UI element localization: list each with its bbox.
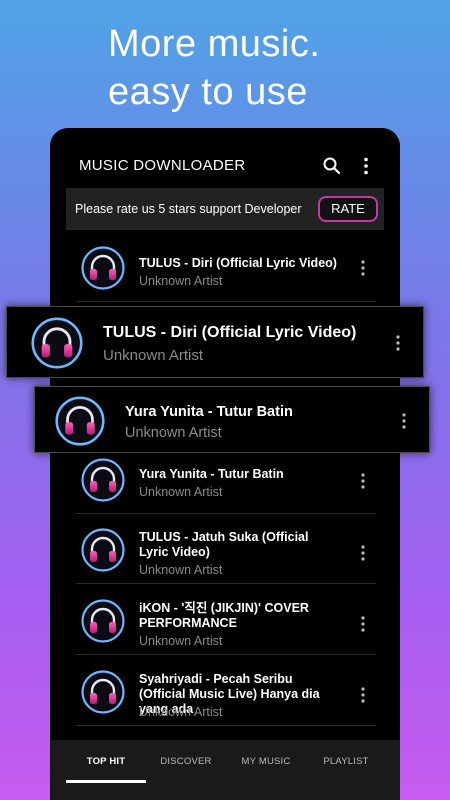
promo-line-1: More music. [108,23,321,65]
rate-banner: Please rate us 5 stars support Developer… [66,188,384,230]
tab-playlist[interactable]: PLAYLIST [306,740,386,796]
more-vert-icon[interactable] [356,156,376,176]
more-vert-icon[interactable] [360,686,366,704]
tab-discover[interactable]: DISCOVER [146,740,226,796]
active-tab-indicator [66,780,146,783]
bottom-nav: TOP HIT DISCOVER MY MUSIC PLAYLIST [50,740,400,800]
list-item[interactable]: Syahriyadi - Pecah Seribu (Official Musi… [76,658,376,726]
more-vert-icon[interactable] [401,411,407,431]
song-artist: Unknown Artist [103,347,204,364]
more-vert-icon[interactable] [360,544,366,562]
featured-song-card[interactable]: TULUS - Diri (Official Lyric Video) Unkn… [6,306,424,378]
song-title: iKON - '직진 (JIKJIN)' COVER PERFORMANCE [139,601,309,630]
list-item[interactable]: TULUS - Jatuh Suka (Official Lyric Video… [76,516,376,584]
list-item[interactable]: Yura Yunita - Tutur Batin Unknown Artist [76,446,376,514]
list-item[interactable]: TULUS - Diri (Official Lyric Video) Unkn… [76,234,376,302]
phone-screen: MUSIC DOWNLOADER Please rate us 5 stars … [50,128,400,800]
tab-top-hit[interactable]: TOP HIT [66,740,146,796]
more-vert-icon[interactable] [360,259,366,277]
headphones-icon [81,599,125,643]
song-artist: Unknown Artist [139,634,223,648]
song-artist: Unknown Artist [139,705,223,719]
headphones-icon [31,317,83,369]
more-vert-icon[interactable] [395,333,401,353]
search-icon[interactable] [322,156,342,176]
rate-banner-text: Please rate us 5 stars support Developer [75,202,302,216]
song-title: Yura Yunita - Tutur Batin [139,467,284,481]
tab-my-music[interactable]: MY MUSIC [226,740,306,796]
song-title: TULUS - Jatuh Suka (Official Lyric Video… [139,530,309,559]
headphones-icon [81,528,125,572]
more-vert-icon[interactable] [360,615,366,633]
headphones-icon [81,670,125,714]
headphones-icon [81,246,125,290]
app-bar: MUSIC DOWNLOADER [50,128,400,190]
song-artist: Unknown Artist [139,485,223,499]
list-item[interactable]: iKON - '직진 (JIKJIN)' COVER PERFORMANCE U… [76,587,376,655]
headphones-icon [55,396,105,446]
featured-song-card[interactable]: Yura Yunita - Tutur Batin Unknown Artist [34,386,430,453]
headphones-icon [81,458,125,502]
rate-button[interactable]: RATE [318,196,378,222]
promo-line-2: easy to use [108,71,308,113]
more-vert-icon[interactable] [360,472,366,490]
song-title: TULUS - Diri (Official Lyric Video) [103,324,357,341]
song-artist: Unknown Artist [139,274,223,288]
app-title: MUSIC DOWNLOADER [79,157,246,174]
promo-headline: More music. easy to use [108,20,320,116]
song-artist: Unknown Artist [139,563,223,577]
song-title: TULUS - Diri (Official Lyric Video) [139,256,337,270]
song-title: Yura Yunita - Tutur Batin [125,404,293,420]
song-artist: Unknown Artist [125,425,222,441]
